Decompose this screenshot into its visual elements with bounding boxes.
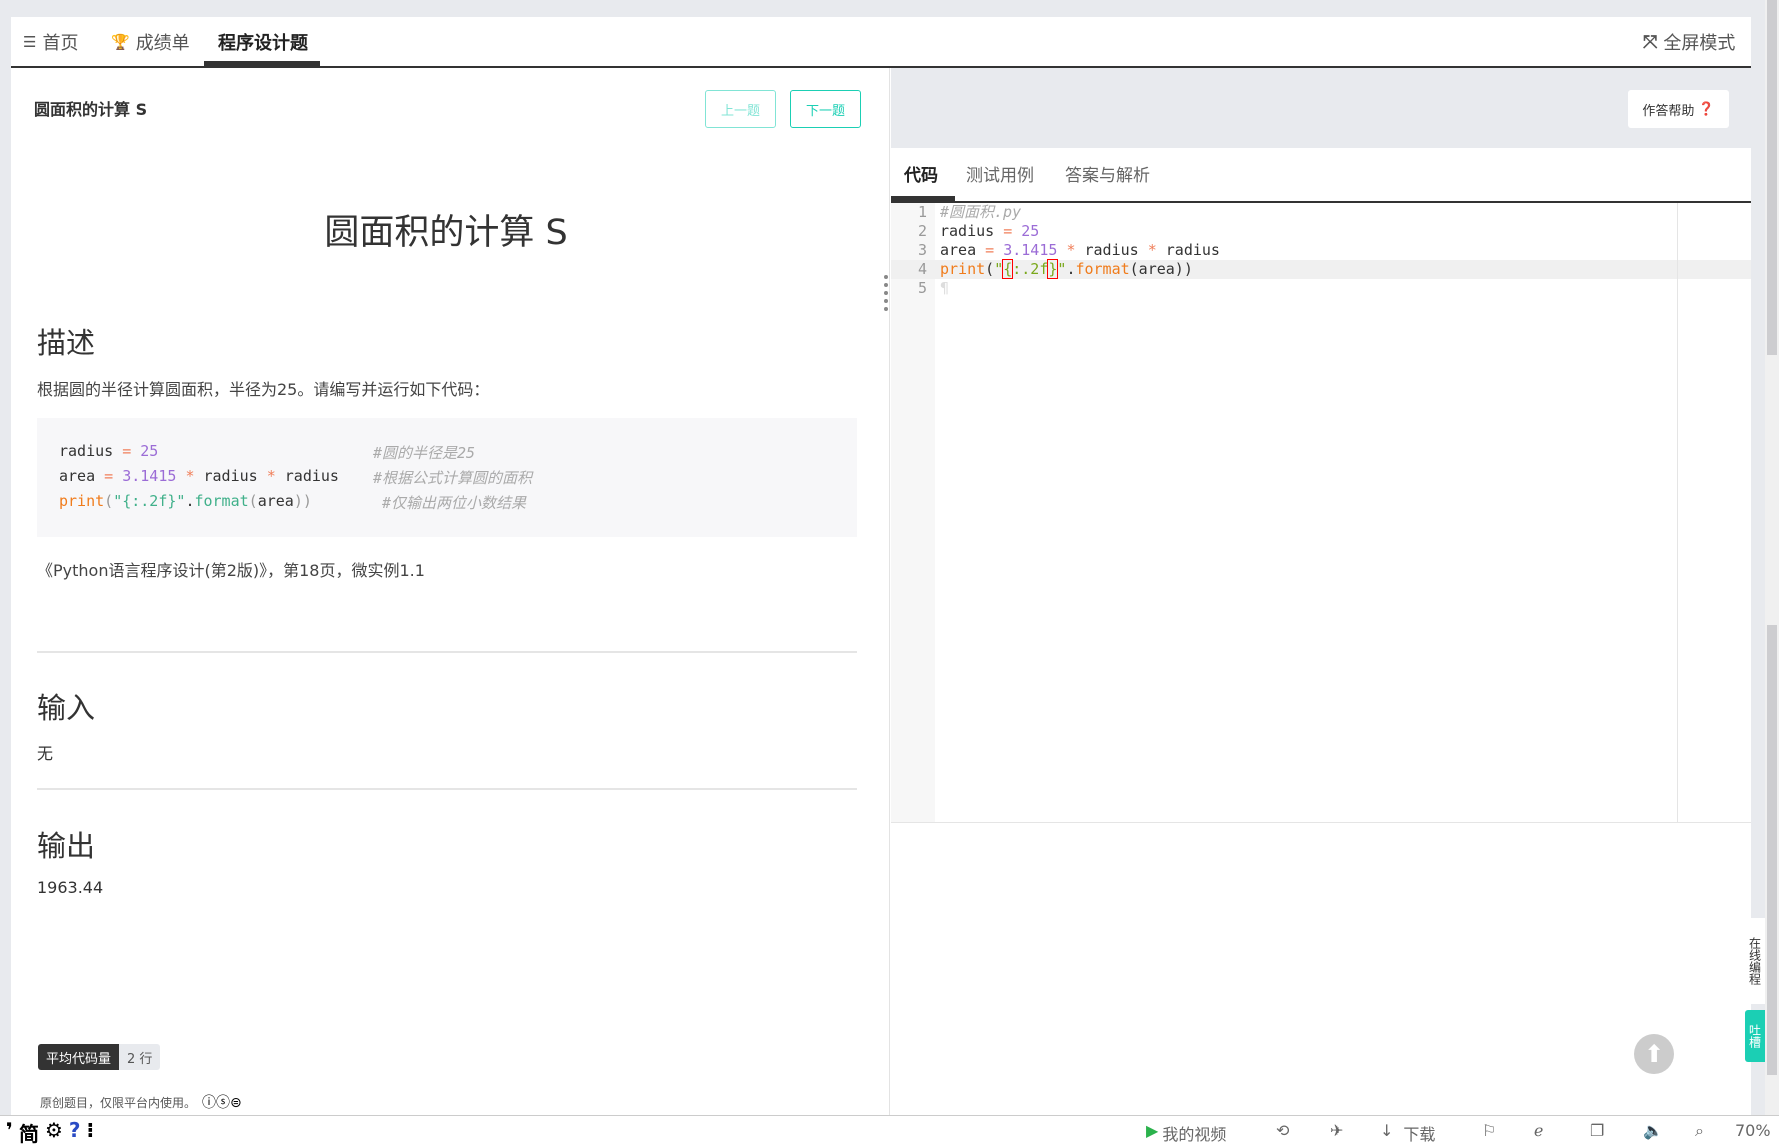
fullscreen-button[interactable]: ⤧ 全屏模式	[1643, 27, 1735, 57]
description-text: 根据圆的半径计算圆面积，半径为25。请编写并运行如下代码：	[37, 380, 490, 399]
code-line: ¶	[940, 279, 950, 297]
online-coding-tab[interactable]: 在线编程	[1745, 918, 1765, 1004]
code-line: #圆面积.py	[940, 203, 1022, 221]
help-icon: ?	[68, 1118, 81, 1142]
gear-icon: ⚙	[44, 1118, 63, 1142]
flag-icon[interactable]: ⚐	[1482, 1121, 1496, 1140]
arrow-up-icon: ⬆	[1643, 1040, 1665, 1068]
prev-button[interactable]: 上一题	[705, 90, 776, 128]
code-comment: #圆的半径是25	[373, 444, 476, 462]
code-line: area = 3.1415 * radius * radius	[940, 241, 1220, 259]
feedback-tab[interactable]: 吐槽	[1745, 1010, 1765, 1062]
question-icon: ❓	[1698, 101, 1715, 117]
help-button[interactable]: 作答帮助 ❓	[1628, 90, 1729, 128]
code-line: print("{:.2f}".format(area))	[940, 259, 1193, 279]
output-heading: 输出	[37, 829, 96, 863]
tab-code[interactable]: 代码	[904, 161, 938, 186]
zoom-level[interactable]: 70%	[1735, 1121, 1771, 1140]
license-footer: 原创题目，仅限平台内使用。 ⓘⓢ⊜	[40, 1092, 242, 1112]
description-heading: 描述	[37, 326, 96, 360]
avg-code-badge: 平均代码量 2 行	[38, 1044, 161, 1070]
code-line: radius = 25	[940, 222, 1040, 240]
download-icon: ↓	[1380, 1121, 1394, 1140]
speed-icon[interactable]: ⟲	[1276, 1121, 1289, 1140]
code-line: area = 3.1415 * radius * radius	[59, 467, 339, 485]
page-scrollbar[interactable]	[1765, 0, 1779, 1115]
creative-commons-icon: ⓘⓢ⊜	[202, 1095, 242, 1111]
divider	[37, 788, 857, 790]
trophy-icon: 🏆	[111, 33, 130, 51]
page-title: 圆面积的计算 S	[324, 213, 568, 253]
sample-code-block: radius = 25 #圆的半径是25 area = 3.1415 * rad…	[37, 418, 857, 537]
code-editor[interactable]: 1 2 3 4 5 #圆面积.py radius = 25 area = 3.1…	[891, 201, 1751, 823]
paw-icon: ❜	[6, 1118, 13, 1142]
resize-handle[interactable]	[884, 275, 888, 311]
tab-scores[interactable]: 🏆 成绩单	[111, 27, 190, 57]
problem-header-title: 圆面积的计算 S	[34, 100, 148, 119]
scrollbar-thumb[interactable]	[1767, 625, 1777, 1075]
editor-panel: 作答帮助 ❓ 代码 测试用例 答案与解析 1 2 3 4 5 #圆面积.py ra…	[891, 68, 1751, 1115]
tab-home[interactable]: ☰ 首页	[23, 27, 78, 57]
download-button[interactable]: ↓ 下载	[1380, 1121, 1435, 1145]
output-text: 1963.44	[37, 878, 104, 897]
more-icon: ⁝	[86, 1118, 95, 1142]
line-number: 1	[917, 203, 927, 221]
line-number: 5	[917, 279, 927, 297]
input-heading: 输入	[37, 691, 96, 725]
code-line: radius = 25	[59, 442, 159, 460]
scrollbar-thumb[interactable]	[1767, 0, 1777, 355]
tab-test-cases[interactable]: 测试用例	[966, 161, 1034, 186]
zoom-icon[interactable]: ⌕	[1695, 1121, 1704, 1141]
scroll-top-button[interactable]: ⬆	[1634, 1034, 1674, 1074]
code-comment: #仅输出两位小数结果	[373, 494, 527, 512]
next-button[interactable]: 下一题	[790, 90, 861, 128]
play-icon: ▶	[1146, 1121, 1159, 1140]
problem-panel: 圆面积的计算 S 上一题 下一题 圆面积的计算 S 描述 根据圆的半径计算圆面积…	[11, 68, 890, 1115]
code-comment: #根据公式计算圆的面积	[373, 469, 533, 487]
tab-programming[interactable]: 程序设计题	[218, 27, 308, 57]
input-text: 无	[37, 744, 54, 763]
ime-toolbar[interactable]: ❜ 简 ⚙? ⁝	[6, 1118, 94, 1147]
speaker-icon[interactable]: 🔈	[1643, 1121, 1663, 1140]
pin-icon[interactable]: ✈	[1330, 1121, 1343, 1140]
browser-status-bar: ❜ 简 ⚙? ⁝ ▶ 我的视频 ⟲ ✈ ↓ 下载 ⚐ ℯ ❐ 🔈 ⌕ 70%	[0, 1115, 1779, 1148]
line-number: 4	[917, 260, 927, 278]
ie-icon[interactable]: ℯ	[1534, 1121, 1543, 1140]
line-number: 2	[917, 222, 927, 240]
window-icon[interactable]: ❐	[1590, 1121, 1604, 1140]
active-tab-indicator	[204, 61, 320, 66]
my-video-button[interactable]: ▶ 我的视频	[1146, 1121, 1226, 1145]
print-margin	[1677, 203, 1678, 822]
editor-header	[891, 68, 1751, 148]
tab-answer[interactable]: 答案与解析	[1065, 161, 1150, 186]
expand-icon: ⤧	[1643, 31, 1658, 53]
divider	[37, 651, 857, 653]
code-line: print("{:.2f}".format(area))	[59, 492, 312, 510]
list-icon: ☰	[23, 33, 37, 51]
top-nav: ☰ 首页 🏆 成绩单 程序设计题 ⤧ 全屏模式	[11, 17, 1751, 68]
line-number: 3	[917, 241, 927, 259]
reference-text: 《Python语言程序设计(第2版)》，第18页，微实例1.1	[37, 561, 425, 580]
